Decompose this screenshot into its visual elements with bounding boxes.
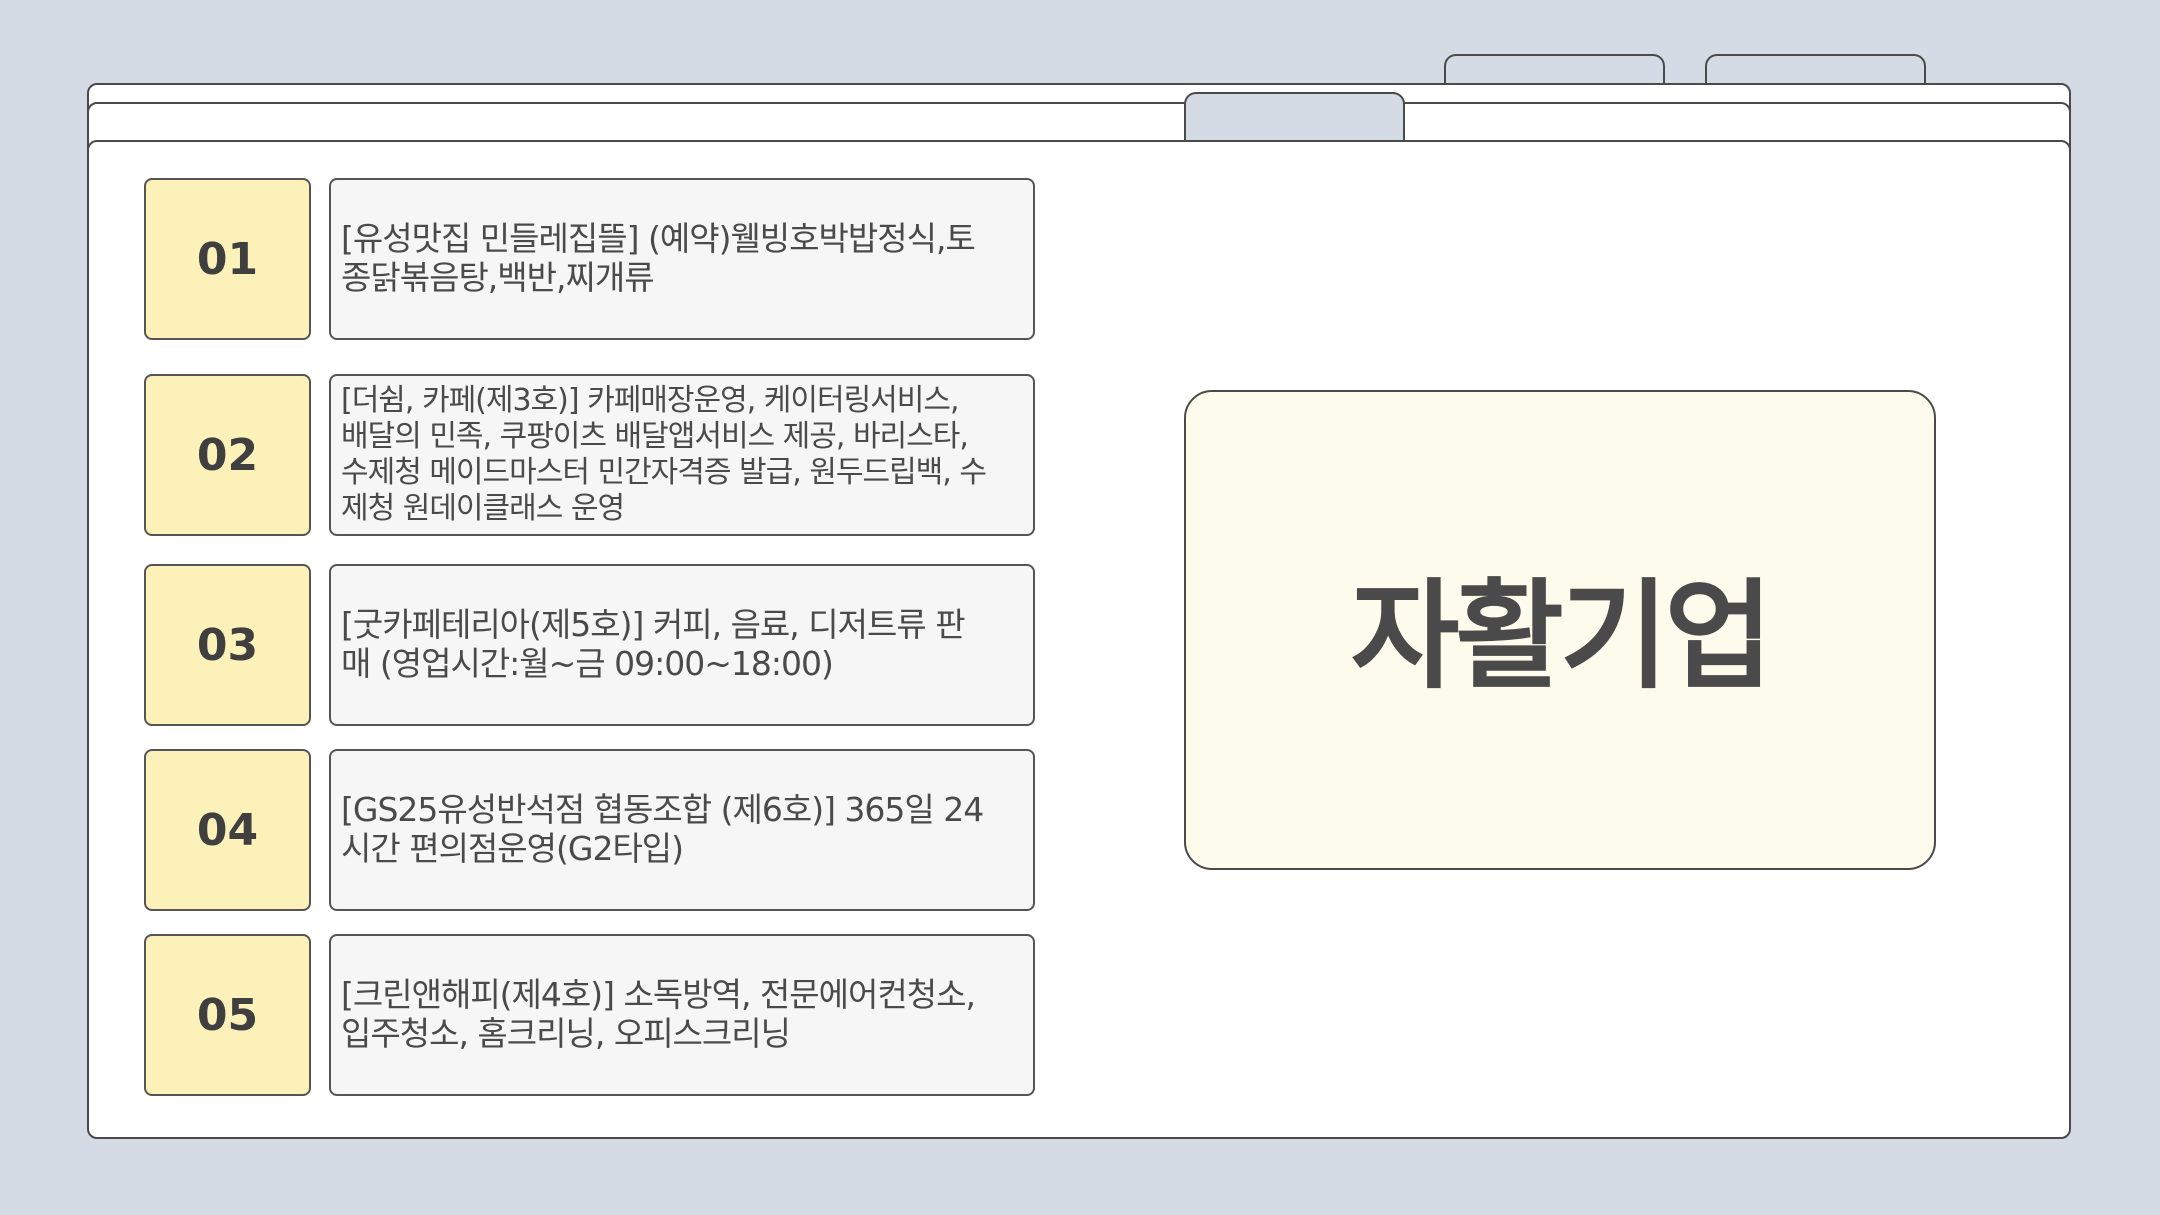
item-number-badge: 03 [144, 564, 311, 726]
item-description: [더쉼, 카페(제3호)] 카페매장운영, 케이터링서비스, 배달의 민족, 쿠… [329, 374, 1035, 536]
folder-tab-front [1184, 92, 1405, 142]
item-description-text: [크린앤해피(제4호)] 소독방역, 전문에어컨청소, 입주청소, 홈크리닝, … [341, 975, 976, 1053]
item-number-badge: 01 [144, 178, 311, 340]
item-description: [GS25유성반석점 협동조합 (제6호)] 365일 24시간 편의점운영(G… [329, 749, 1035, 911]
item-number-badge: 02 [144, 374, 311, 536]
item-number-badge: 05 [144, 934, 311, 1096]
item-description-text: [굿카페테리아(제5호)] 커피, 음료, 디저트류 판매 (영업시간:월~금 … [341, 605, 966, 683]
page-title: 자활기업 [1184, 390, 1936, 870]
item-description: [유성맛집 민들레집뜰] (예약)웰빙호박밥정식,토종닭볶음탕,백반,찌개류 [329, 178, 1035, 340]
item-description-text: [GS25유성반석점 협동조합 (제6호)] 365일 24시간 편의점운영(G… [341, 790, 984, 868]
item-description: [크린앤해피(제4호)] 소독방역, 전문에어컨청소, 입주청소, 홈크리닝, … [329, 934, 1035, 1096]
item-description: [굿카페테리아(제5호)] 커피, 음료, 디저트류 판매 (영업시간:월~금 … [329, 564, 1035, 726]
item-description-text: [유성맛집 민들레집뜰] (예약)웰빙호박밥정식,토종닭볶음탕,백반,찌개류 [341, 219, 976, 297]
item-description-text: [더쉼, 카페(제3호)] 카페매장운영, 케이터링서비스, 배달의 민족, 쿠… [341, 383, 987, 526]
item-number-badge: 04 [144, 749, 311, 911]
